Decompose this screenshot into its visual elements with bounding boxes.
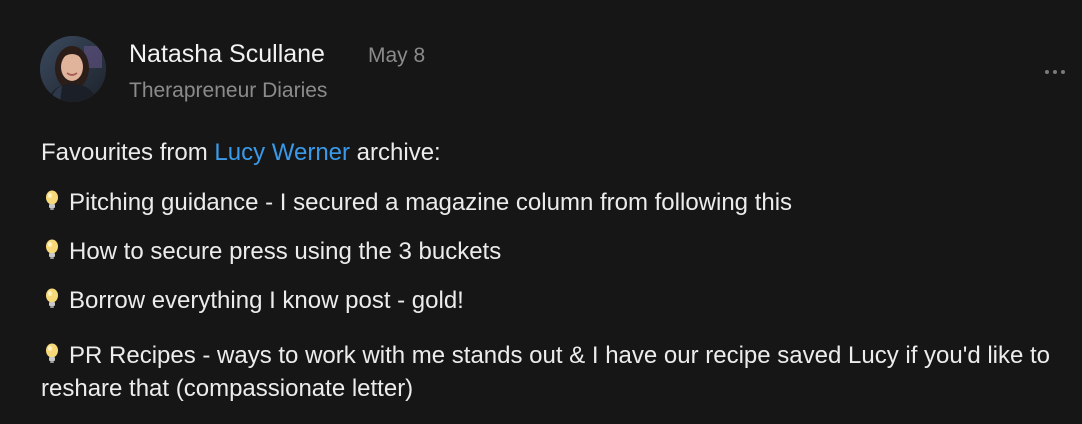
lightbulb-icon bbox=[46, 190, 58, 210]
post-date: May 8 bbox=[368, 44, 426, 67]
post-body: Favourites from Lucy Werner archive: Pit… bbox=[41, 138, 1066, 424]
list-item: Pitching guidance - I secured a magazine… bbox=[41, 188, 1066, 218]
intro-text-end: archive: bbox=[350, 139, 441, 166]
list-item: PR Recipes - ways to work with me stands… bbox=[41, 339, 1066, 405]
lightbulb-icon bbox=[46, 343, 58, 363]
more-dot-icon bbox=[1053, 70, 1057, 74]
post-intro: Favourites from Lucy Werner archive: bbox=[41, 138, 1066, 168]
lightbulb-icon bbox=[46, 288, 58, 308]
more-options-button[interactable] bbox=[1038, 62, 1072, 82]
more-dot-icon bbox=[1061, 70, 1065, 74]
list-item: How to secure press using the 3 buckets bbox=[41, 237, 1066, 267]
intro-text: Favourites from bbox=[41, 139, 215, 166]
avatar-image bbox=[40, 36, 106, 102]
more-dot-icon bbox=[1045, 70, 1049, 74]
list-item-text: PR Recipes - ways to work with me stands… bbox=[41, 342, 1051, 402]
list-item-text: Pitching guidance - I secured a magazine… bbox=[69, 189, 793, 216]
mention-link[interactable]: Lucy Werner bbox=[214, 139, 350, 166]
list-item: Borrow everything I know post - gold! bbox=[41, 286, 1066, 316]
lightbulb-icon bbox=[46, 239, 58, 259]
publication-name[interactable]: Therapreneur Diaries bbox=[129, 79, 327, 103]
avatar[interactable] bbox=[40, 36, 106, 102]
list-item-text: Borrow everything I know post - gold! bbox=[69, 287, 464, 314]
list-item-text: How to secure press using the 3 buckets bbox=[69, 238, 502, 265]
author-name[interactable]: Natasha Scullane bbox=[129, 40, 325, 69]
post-card: Natasha Scullane May 8 Therapreneur Diar… bbox=[0, 0, 1082, 422]
